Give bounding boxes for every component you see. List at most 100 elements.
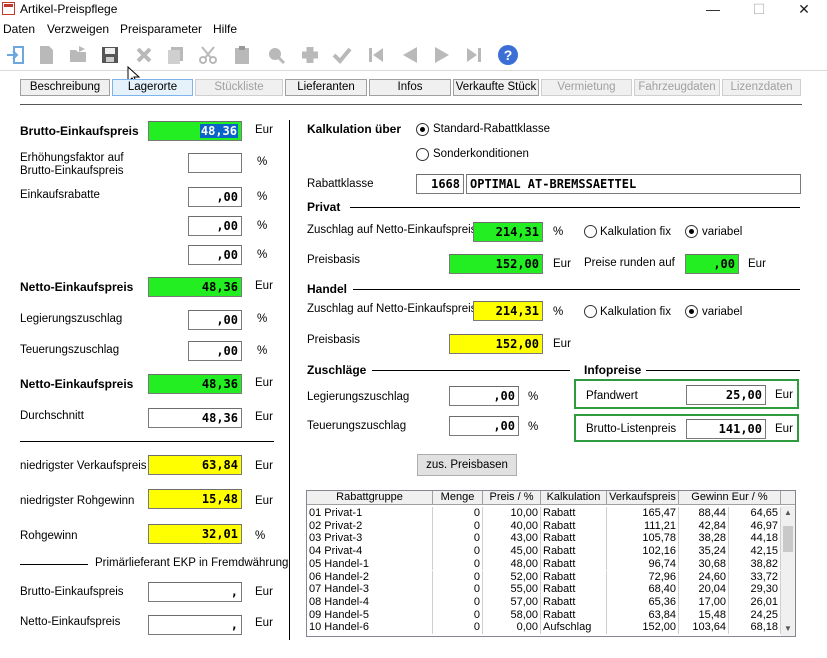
table-scrollbar[interactable]: ▲ ▼ xyxy=(781,506,795,636)
cell-gewinn-eur: 38,28 xyxy=(679,532,729,546)
maximize-button[interactable]: ☐ xyxy=(736,0,782,20)
search-icon[interactable] xyxy=(262,42,290,68)
tab-vermietung[interactable]: Vermietung xyxy=(541,79,632,96)
paste-icon[interactable] xyxy=(228,42,256,68)
privat-radio-fix[interactable] xyxy=(584,225,597,238)
privat-preisbasis-field[interactable]: 152,00 xyxy=(449,254,543,274)
tab-beschreibung[interactable]: Beschreibung xyxy=(20,79,110,96)
new-icon[interactable] xyxy=(32,42,60,68)
z-teuerung-field[interactable]: ,00 xyxy=(449,416,519,436)
tab-fahrzeugdaten[interactable]: Fahrzeugdaten xyxy=(634,79,720,96)
cell-rabattgruppe: 03 Privat-3 xyxy=(307,532,433,546)
close-button[interactable]: ✕ xyxy=(781,0,827,20)
listenpreis-box: Brutto-Listenpreis 141,00 Eur xyxy=(574,414,799,442)
durchschnitt-field[interactable]: 48,36 xyxy=(148,408,242,428)
handel-zuschlag-field[interactable]: 214,31 xyxy=(473,301,543,321)
erhoehung-field[interactable] xyxy=(188,153,242,173)
menu-daten[interactable]: Daten xyxy=(3,22,35,36)
preisbasen-button[interactable]: zus. Preisbasen xyxy=(417,454,517,476)
tab-verkaufte-stueck[interactable]: Verkaufte Stück xyxy=(453,79,539,96)
privat-zuschlag-field[interactable]: 214,31 xyxy=(473,222,543,242)
menu-hilfe[interactable]: Hilfe xyxy=(213,22,237,36)
tab-lizenzdaten[interactable]: Lizenzdaten xyxy=(722,79,801,96)
table-row[interactable]: 10 Handel-6 0 0,00 Aufschlag 152,00 103,64 68,… xyxy=(307,621,781,634)
brutto-ek-field[interactable]: 48,36 xyxy=(148,121,242,141)
handel-zuschlag-label: Zuschlag auf Netto-Einkaufspreis xyxy=(307,303,477,315)
privat-radio-variabel-label[interactable]: variabel xyxy=(702,226,742,238)
min-rg-field[interactable]: 15,48 xyxy=(148,489,242,509)
legierung-field[interactable]: ,00 xyxy=(188,310,242,330)
radio-standard-label[interactable]: Standard-Rabattklasse xyxy=(433,123,550,135)
tab-lagerorte[interactable]: Lagerorte xyxy=(112,79,193,96)
scroll-down-icon[interactable]: ▼ xyxy=(784,624,792,633)
save-icon[interactable] xyxy=(96,42,124,68)
teuerung-field[interactable]: ,00 xyxy=(188,341,242,361)
min-vk-field[interactable]: 63,84 xyxy=(148,455,242,475)
table-row[interactable]: 08 Handel-4 0 57,00 Rabatt 65,36 17,00 26,01 xyxy=(307,595,781,609)
table-row[interactable]: 07 Handel-3 0 55,00 Rabatt 68,40 20,04 29,30 xyxy=(307,583,781,596)
menu-verzweigen[interactable]: Verzweigen xyxy=(47,22,109,36)
next-icon[interactable] xyxy=(428,42,456,68)
runden-field[interactable]: ,00 xyxy=(685,254,739,274)
handel-radio-fix-label[interactable]: Kalkulation fix xyxy=(600,306,671,318)
rabatt-2-field[interactable]: ,00 xyxy=(188,216,242,236)
rabattklasse-name-field[interactable]: OPTIMAL AT-BREMSSAETTEL xyxy=(466,174,801,194)
table-row[interactable]: 09 Handel-5 0 58,00 Rabatt 63,84 15,48 24,25 xyxy=(307,608,781,622)
help-icon[interactable]: ? xyxy=(494,42,522,68)
rohgewinn-field[interactable]: 32,01 xyxy=(148,524,242,544)
table-row[interactable]: 02 Privat-2 0 40,00 Rabatt 111,21 42,84 46,97 xyxy=(307,519,781,533)
handel-radio-variabel[interactable] xyxy=(685,305,698,318)
handel-radio-fix[interactable] xyxy=(584,305,597,318)
privat-radio-variabel[interactable] xyxy=(685,225,698,238)
add-icon[interactable] xyxy=(296,42,324,68)
col-header-gewinn[interactable]: Gewinn Eur / % xyxy=(679,491,781,505)
table-row[interactable]: 05 Handel-1 0 48,00 Rabatt 96,74 30,68 38,82 xyxy=(307,557,781,571)
table-row[interactable]: 01 Privat-1 0 10,00 Rabatt 165,47 88,44 64,65 xyxy=(307,507,781,520)
col-header-menge[interactable]: Menge xyxy=(433,491,483,505)
scroll-up-icon[interactable]: ▲ xyxy=(784,508,792,517)
table-row[interactable]: 03 Privat-3 0 43,00 Rabatt 105,78 38,28 44,18 xyxy=(307,532,781,546)
check-icon[interactable] xyxy=(328,42,356,68)
table-row[interactable]: 06 Handel-2 0 52,00 Rabatt 72,96 24,60 33,72 xyxy=(307,570,781,584)
col-header-rabattgruppe[interactable]: Rabattgruppe xyxy=(307,491,433,505)
netto-ek2-field[interactable]: 48,36 xyxy=(148,374,242,394)
tab-stueckliste[interactable]: Stückliste xyxy=(195,79,283,96)
cell-kalkulation: Rabatt xyxy=(541,519,607,533)
rabatt-1-field[interactable]: ,00 xyxy=(188,187,242,207)
minimize-button[interactable]: — xyxy=(690,0,736,20)
col-header-kalkulation[interactable]: Kalkulation xyxy=(541,491,607,505)
scroll-thumb[interactable] xyxy=(783,526,793,552)
fw-netto-field[interactable]: , xyxy=(148,615,242,635)
open-icon[interactable] xyxy=(64,42,92,68)
pfandwert-field[interactable]: 25,00 xyxy=(686,385,766,405)
col-header-verkaufspreis[interactable]: Verkaufspreis xyxy=(607,491,679,505)
delete-icon[interactable] xyxy=(130,42,158,68)
radio-standard[interactable] xyxy=(416,123,429,136)
teuerung-unit: % xyxy=(257,345,268,357)
table-row[interactable]: 04 Privat-4 0 45,00 Rabatt 102,16 35,24 42,15 xyxy=(307,545,781,558)
copy-icon[interactable] xyxy=(162,42,190,68)
fw-brutto-field[interactable]: , xyxy=(148,582,242,602)
prev-icon[interactable] xyxy=(396,42,424,68)
listenpreis-field[interactable]: 141,00 xyxy=(686,419,766,439)
z-legierung-field[interactable]: ,00 xyxy=(449,386,519,406)
privat-radio-fix-label[interactable]: Kalkulation fix xyxy=(600,226,671,238)
rabatt-3-field[interactable]: ,00 xyxy=(188,245,242,265)
tab-lieferanten[interactable]: Lieferanten xyxy=(285,79,367,96)
handel-radio-variabel-label[interactable]: variabel xyxy=(702,306,742,318)
rabattgruppen-table[interactable]: Rabattgruppe Menge Preis / % Kalkulation… xyxy=(306,490,796,637)
cell-rabattgruppe: 07 Handel-3 xyxy=(307,583,433,596)
first-icon[interactable] xyxy=(362,42,390,68)
exit-icon[interactable] xyxy=(2,42,30,68)
rabattklasse-nr-field[interactable]: 1668 xyxy=(416,174,464,194)
handel-preisbasis-field[interactable]: 152,00 xyxy=(449,334,543,354)
cut-icon[interactable] xyxy=(194,42,222,68)
menu-preisparameter[interactable]: Preisparameter xyxy=(120,22,202,36)
radio-sonder[interactable] xyxy=(416,148,429,161)
netto-ek-field[interactable]: 48,36 xyxy=(148,277,242,297)
col-header-preis[interactable]: Preis / % xyxy=(483,491,541,505)
last-icon[interactable] xyxy=(460,42,488,68)
cell-gewinn-prozent: 24,25 xyxy=(729,608,781,622)
radio-sonder-label[interactable]: Sonderkonditionen xyxy=(433,148,529,160)
tab-infos[interactable]: Infos xyxy=(369,79,451,96)
